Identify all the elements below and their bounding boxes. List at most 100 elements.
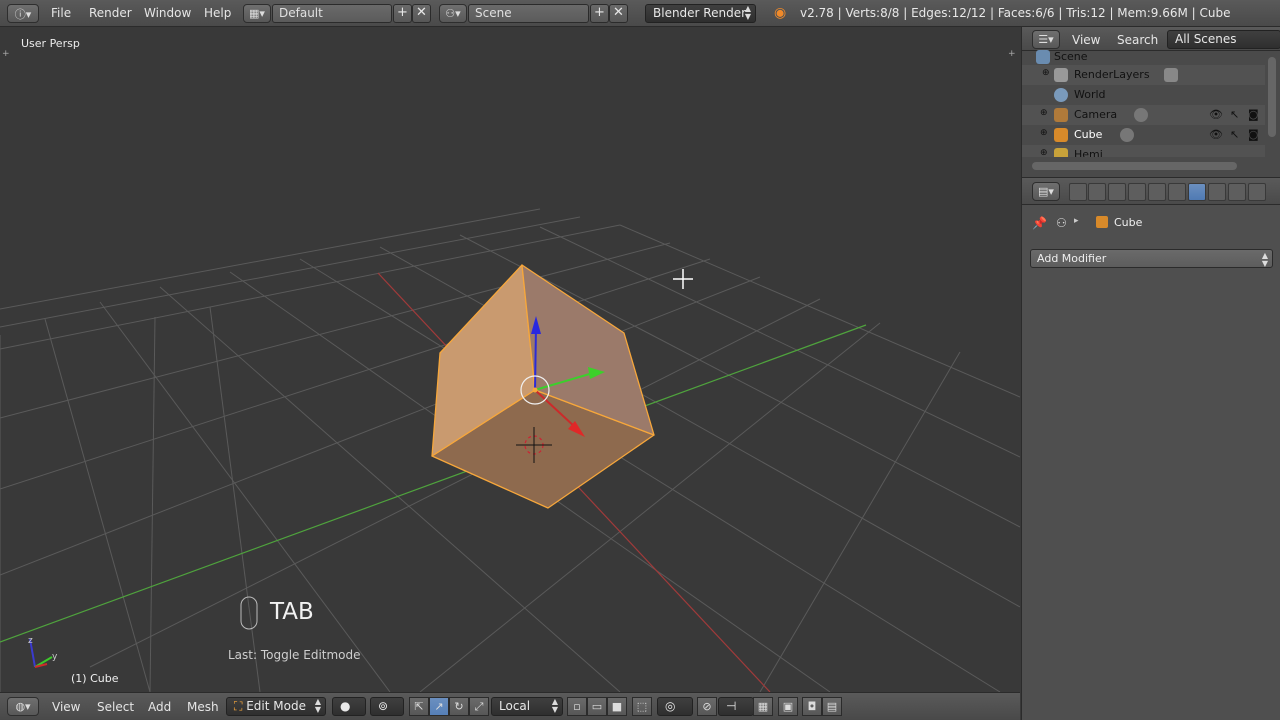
- object-tab-icon[interactable]: [1148, 183, 1166, 201]
- render-image-icon: ▣: [782, 700, 794, 713]
- viewport-canvas[interactable]: z y: [0, 27, 1020, 692]
- render-camera-icon[interactable]: ◙: [1248, 108, 1259, 121]
- y-axis-line: [0, 324, 867, 643]
- outliner-row-label: World: [1074, 88, 1106, 101]
- expand-icon[interactable]: ⊕: [1040, 128, 1048, 138]
- properties-header: ▤▾: [1022, 178, 1280, 205]
- breadcrumb-arrow-icon: ▸: [1074, 216, 1079, 226]
- world-tab-icon[interactable]: [1128, 183, 1146, 201]
- render-camera-icon[interactable]: ◙: [1248, 128, 1259, 141]
- select-arrow-icon[interactable]: ↖: [1230, 108, 1239, 121]
- animation-render-button[interactable]: ▤: [822, 697, 842, 716]
- menu-select[interactable]: Select: [97, 700, 134, 714]
- occlude-icon: ⬚: [636, 700, 648, 713]
- editor-type-info-button[interactable]: ⓘ▾: [7, 4, 39, 23]
- edge-icon: ▭: [591, 700, 603, 713]
- properties-panel: ▤▾ 📌 ⚇ ▸ Cube Add Modifier ▲ ▼: [1021, 177, 1280, 720]
- toolshelf-toggle-icon[interactable]: +: [2, 49, 10, 59]
- outliner-scrollbar[interactable]: [1268, 57, 1276, 137]
- menu-help[interactable]: Help: [204, 6, 231, 20]
- properties-shelf-toggle-icon[interactable]: +: [1008, 49, 1016, 59]
- face-select-button[interactable]: ■: [607, 697, 627, 716]
- mouse-device-icon: [240, 596, 258, 630]
- remove-screen-button[interactable]: ✕: [412, 4, 431, 23]
- scale-manipulator-button[interactable]: ⤢: [469, 697, 489, 716]
- pivot-point-dropdown[interactable]: ⊚: [370, 697, 404, 716]
- limit-selection-button[interactable]: ⬚: [632, 697, 652, 716]
- info-icon: ⓘ▾: [14, 7, 32, 21]
- expand-icon[interactable]: ⊕: [1040, 108, 1048, 118]
- opengl-render-button[interactable]: ▣: [778, 697, 798, 716]
- mode-dropdown[interactable]: ⛶ Edit Mode ▲ ▼: [226, 697, 326, 716]
- edge-select-button[interactable]: ▭: [587, 697, 607, 716]
- outliner-row-cube[interactable]: ⊕ Cube 👁 ↖ ◙: [1022, 125, 1265, 145]
- add-modifier-dropdown[interactable]: Add Modifier ▲ ▼: [1030, 249, 1273, 268]
- outliner-icon: ☰▾: [1038, 33, 1054, 46]
- constraints-tab-icon[interactable]: [1168, 183, 1186, 201]
- outliner-row-hemi[interactable]: ⊕ Hemi: [1022, 145, 1265, 157]
- visibility-eye-icon[interactable]: 👁: [1209, 128, 1223, 141]
- outliner-horizontal-scrollbar[interactable]: [1032, 162, 1237, 170]
- orientation-label: Local: [499, 699, 531, 713]
- outliner-row-world[interactable]: World: [1022, 85, 1265, 105]
- menu-mesh[interactable]: Mesh: [187, 700, 219, 714]
- vertex-icon: ▫: [573, 700, 581, 713]
- screen-layout-browse-button[interactable]: ▦▾: [243, 4, 271, 23]
- scene-statistics: v2.78 | Verts:8/8 | Edges:12/12 | Faces:…: [800, 6, 1231, 20]
- visibility-eye-icon[interactable]: 👁: [1209, 108, 1223, 121]
- render-layers-tab-icon[interactable]: [1088, 183, 1106, 201]
- screen-layout-field[interactable]: Default: [272, 4, 392, 23]
- 3d-viewport[interactable]: z y User Persp + + TAB Last: Toggle Edit…: [0, 27, 1020, 692]
- scene-tab-icon[interactable]: [1108, 183, 1126, 201]
- outliner-row-camera[interactable]: ⊕ Camera 👁 ↖ ◙: [1022, 105, 1265, 125]
- editor-type-3d-button[interactable]: ◍▾: [7, 697, 39, 716]
- outliner-menu-search[interactable]: Search: [1117, 33, 1158, 47]
- expand-icon[interactable]: ⊕: [1040, 148, 1048, 157]
- display-mode-label: All Scenes: [1175, 32, 1237, 46]
- context-object-label: Cube: [1114, 216, 1143, 229]
- cube-mesh: [431, 264, 655, 509]
- outliner-row-scene[interactable]: Scene: [1022, 47, 1265, 67]
- pin-icon[interactable]: 📌: [1032, 216, 1047, 230]
- modifiers-wrench-tab-icon[interactable]: [1188, 183, 1206, 201]
- render-engine-dropdown[interactable]: Blender Render ▲ ▼: [645, 4, 756, 23]
- scene-icon: ⚇▾: [445, 7, 461, 20]
- snap-element-dropdown[interactable]: ⊣: [718, 697, 754, 716]
- add-scene-button[interactable]: +: [590, 4, 609, 23]
- rotate-manipulator-button[interactable]: ↻: [449, 697, 469, 716]
- translate-manipulator-button[interactable]: ↗: [429, 697, 449, 716]
- scale-icon: ⤢: [474, 700, 484, 713]
- select-arrow-icon[interactable]: ↖: [1230, 128, 1239, 141]
- snap-target-button[interactable]: ▦: [753, 697, 773, 716]
- outliner-menu-view[interactable]: View: [1072, 33, 1100, 47]
- camera-render-button[interactable]: ◘: [802, 697, 822, 716]
- data-tab-icon[interactable]: [1208, 183, 1226, 201]
- material-tab-icon[interactable]: [1228, 183, 1246, 201]
- updown-arrows-icon: ▲ ▼: [1261, 251, 1268, 268]
- texture-tab-icon[interactable]: [1248, 183, 1266, 201]
- remove-scene-button[interactable]: ✕: [609, 4, 628, 23]
- add-screen-button[interactable]: +: [393, 4, 412, 23]
- menu-view[interactable]: View: [52, 700, 80, 714]
- menu-render[interactable]: Render: [89, 6, 132, 20]
- scene-field[interactable]: Scene: [468, 4, 589, 23]
- transform-orientation-dropdown[interactable]: Local ▲ ▼: [491, 697, 563, 716]
- menu-add[interactable]: Add: [148, 700, 171, 714]
- manipulator-toggle-button[interactable]: ⇱: [409, 697, 429, 716]
- scene-icon: [1036, 50, 1050, 64]
- scene-browse-button[interactable]: ⚇▾: [439, 4, 467, 23]
- edit-mode-icon: ⛶: [234, 699, 247, 713]
- render-tab-icon[interactable]: [1069, 183, 1087, 201]
- menu-window[interactable]: Window: [144, 6, 191, 20]
- object-cube-icon: [1096, 216, 1108, 228]
- menu-file[interactable]: File: [51, 6, 71, 20]
- proportional-edit-dropdown[interactable]: ◎: [657, 697, 693, 716]
- 3d-view-header: ◍▾ View Select Add Mesh ⛶ Edit Mode ▲ ▼ ●…: [0, 692, 1020, 720]
- snap-toggle-button[interactable]: ⊘: [697, 697, 717, 716]
- outliner-row-renderlayers[interactable]: ⊕ RenderLayers: [1022, 65, 1265, 85]
- viewport-shading-dropdown[interactable]: ●: [332, 697, 366, 716]
- vertex-select-button[interactable]: ▫: [567, 697, 587, 716]
- expand-icon[interactable]: ⊕: [1042, 68, 1050, 78]
- target-icon: ▦: [757, 700, 769, 713]
- editor-type-properties-button[interactable]: ▤▾: [1032, 182, 1060, 201]
